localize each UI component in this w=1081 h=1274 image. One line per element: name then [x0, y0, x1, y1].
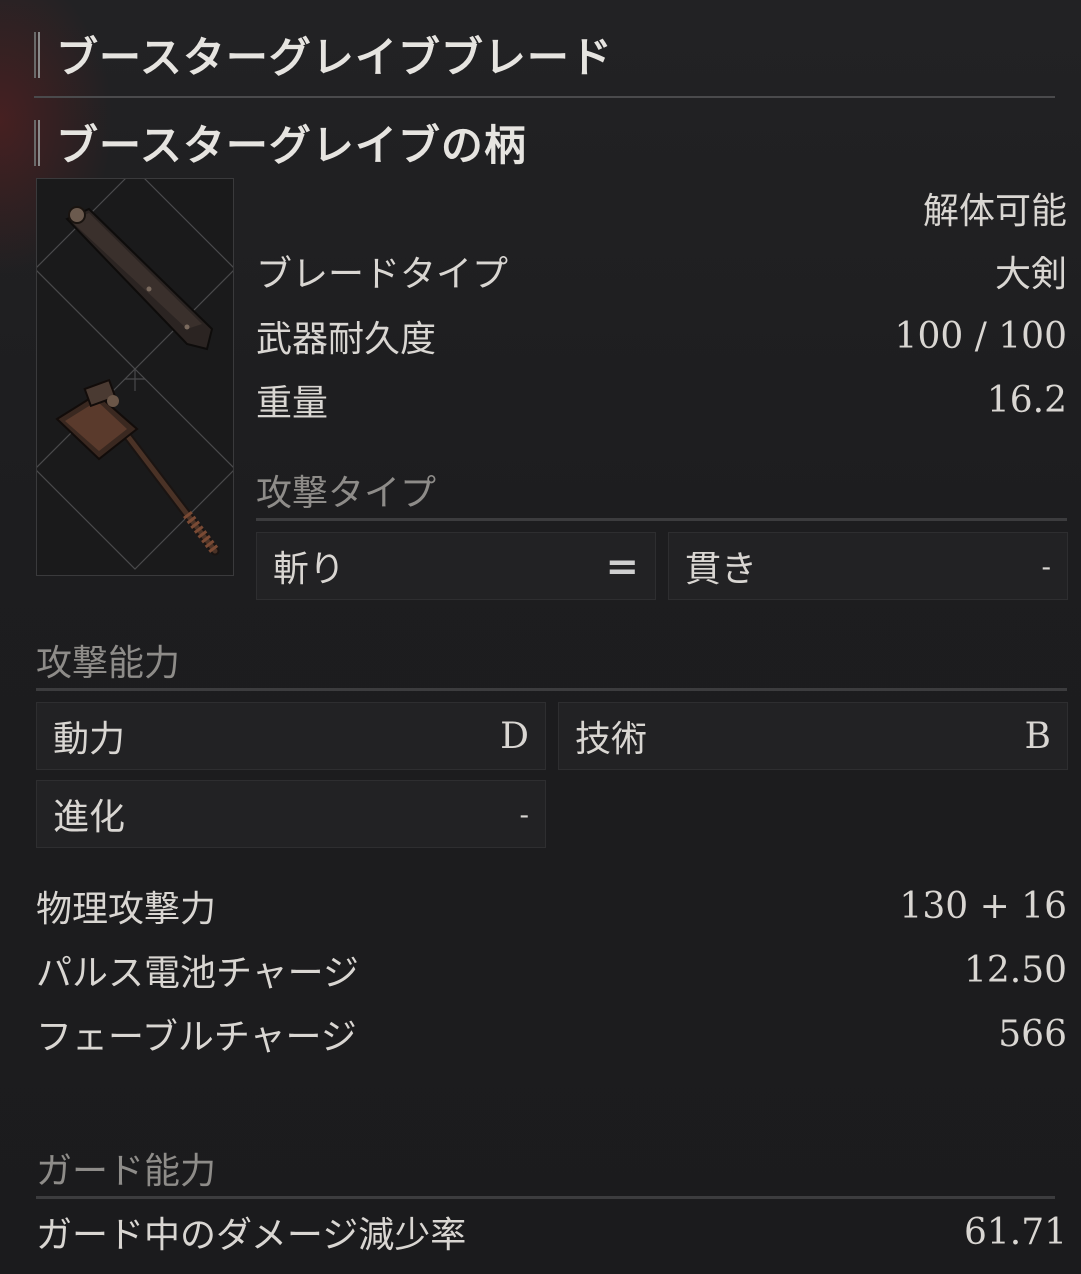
attack-ability-divider [36, 688, 1067, 691]
stat-label: 物理攻撃力 [36, 889, 217, 930]
attack-type-pierce: 貫き - [668, 532, 1068, 600]
stat-value: 566 [998, 1013, 1067, 1055]
handle-name-row: ブースターグレイブの柄 [34, 112, 1061, 173]
dismantle-label: 解体可能 [922, 191, 1067, 232]
attack-ability-heading: 攻撃能力 [36, 643, 181, 684]
title-marker [34, 31, 40, 78]
ability-power: 動力 D [36, 702, 546, 770]
info-value: 16.2 [986, 379, 1067, 421]
power-label: 動力 [53, 719, 126, 760]
technique-grade: B [1024, 715, 1051, 757]
title-marker [34, 119, 40, 166]
info-row-blade-type: ブレードタイプ 大剣 [256, 245, 1067, 297]
guard-divider [36, 1196, 1055, 1199]
pierce-value: - [1041, 549, 1051, 583]
info-row-durability: 武器耐久度 100 / 100 [256, 310, 1067, 362]
stat-value: 61.71 [963, 1211, 1067, 1253]
stat-row-pulse-charge: パルス電池チャージ 12.50 [36, 944, 1067, 996]
attack-type-heading: 攻撃タイプ [256, 473, 437, 514]
slash-label: 斬り [273, 549, 346, 590]
advance-label: 進化 [53, 797, 126, 838]
stat-row-fable-charge: フェーブルチャージ 566 [36, 1008, 1067, 1060]
handle-part-icon [55, 378, 220, 556]
blade-part-icon [65, 206, 214, 351]
info-label: 武器耐久度 [256, 319, 437, 360]
stat-value: 130 + 16 [899, 885, 1067, 927]
weapon-name: ブースターグレイブブレード [56, 33, 613, 82]
info-label: ブレードタイプ [256, 254, 509, 295]
technique-label: 技術 [575, 719, 648, 760]
stat-row-guard-reduction: ガード中のダメージ減少率 61.71 [36, 1206, 1067, 1258]
stat-label: ガード中のダメージ減少率 [36, 1215, 467, 1256]
dismantle-status: 解体可能 [900, 182, 1067, 234]
slash-value: = [605, 542, 639, 590]
stat-label: パルス電池チャージ [36, 953, 359, 994]
weapon-parts-image [36, 178, 234, 576]
handle-name: ブースターグレイブの柄 [56, 121, 527, 170]
attack-type-divider [256, 518, 1067, 521]
weapon-name-row: ブースターグレイブブレード [34, 24, 1061, 85]
pierce-label: 貫き [685, 549, 758, 590]
stat-row-physical-attack: 物理攻撃力 130 + 16 [36, 880, 1067, 932]
ability-advance: 進化 - [36, 780, 546, 848]
info-label: 重量 [256, 383, 329, 424]
stat-value: 12.50 [963, 949, 1067, 991]
info-row-weight: 重量 16.2 [256, 374, 1067, 426]
info-value: 大剣 [994, 254, 1067, 295]
ability-technique: 技術 B [558, 702, 1068, 770]
advance-grade: - [519, 797, 529, 831]
attack-type-slash: 斬り = [256, 532, 656, 600]
power-grade: D [500, 715, 529, 757]
info-value: 100 / 100 [894, 315, 1067, 357]
guard-heading: ガード能力 [36, 1151, 217, 1192]
stat-label: フェーブルチャージ [36, 1017, 357, 1058]
title-divider [34, 96, 1055, 98]
